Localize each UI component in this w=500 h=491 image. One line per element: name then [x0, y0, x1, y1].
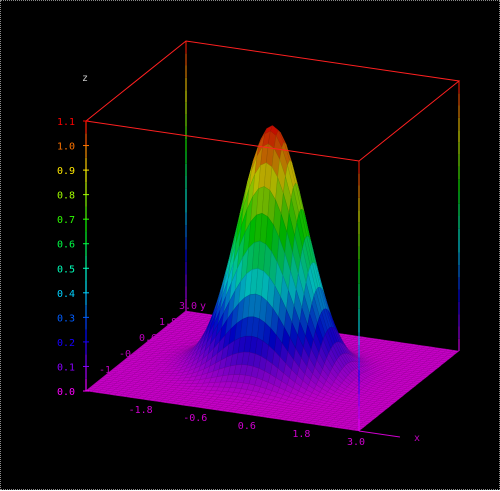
- x-tick-label: 1.8: [292, 429, 310, 440]
- x-tick-label: 0.6: [238, 421, 256, 432]
- z-tick-label: 0.6: [57, 240, 75, 251]
- z-tick-label: 0.2: [57, 338, 75, 349]
- y-tick-label: 1.8: [159, 317, 177, 328]
- y-axis-label: y: [200, 301, 206, 312]
- z-tick-label: 0.1: [57, 362, 75, 373]
- surface-plot: 0.0 0.1 0.2 0.3 0.4 0.5 0.6 0.7 0.8 0.9 1.0 1.1 z -1.…: [1, 1, 500, 491]
- y-tick-label: -1.8: [99, 365, 123, 376]
- z-axis-label: z: [82, 73, 88, 84]
- z-tick-label: 0.3: [57, 313, 75, 324]
- x-axis-line: [359, 431, 400, 437]
- z-tick-label: 0.0: [57, 387, 75, 398]
- z-tick-label: 1.0: [57, 142, 75, 153]
- z-tick-label: 0.7: [57, 215, 75, 226]
- x-tick-label: -0.6: [183, 413, 207, 424]
- y-tick-label: 3.0: [179, 301, 197, 312]
- x-tick-label: 3.0: [347, 437, 365, 448]
- x-axis-label: x: [414, 433, 420, 444]
- plot-frame: 0.0 0.1 0.2 0.3 0.4 0.5 0.6 0.7 0.8 0.9 1.0 1.1 z -1.…: [0, 0, 500, 490]
- surface-mesh: [86, 126, 459, 432]
- z-tick-label: 0.8: [57, 191, 75, 202]
- z-tick-label: 0.4: [57, 289, 75, 300]
- z-tick-label: 1.1: [57, 117, 75, 128]
- x-tick-label: -1.8: [129, 405, 153, 416]
- y-tick-label: -0.6: [119, 349, 143, 360]
- z-tick-label: 0.9: [57, 166, 75, 177]
- y-tick-label: 0.6: [139, 333, 157, 344]
- z-tick-label: 0.5: [57, 264, 75, 275]
